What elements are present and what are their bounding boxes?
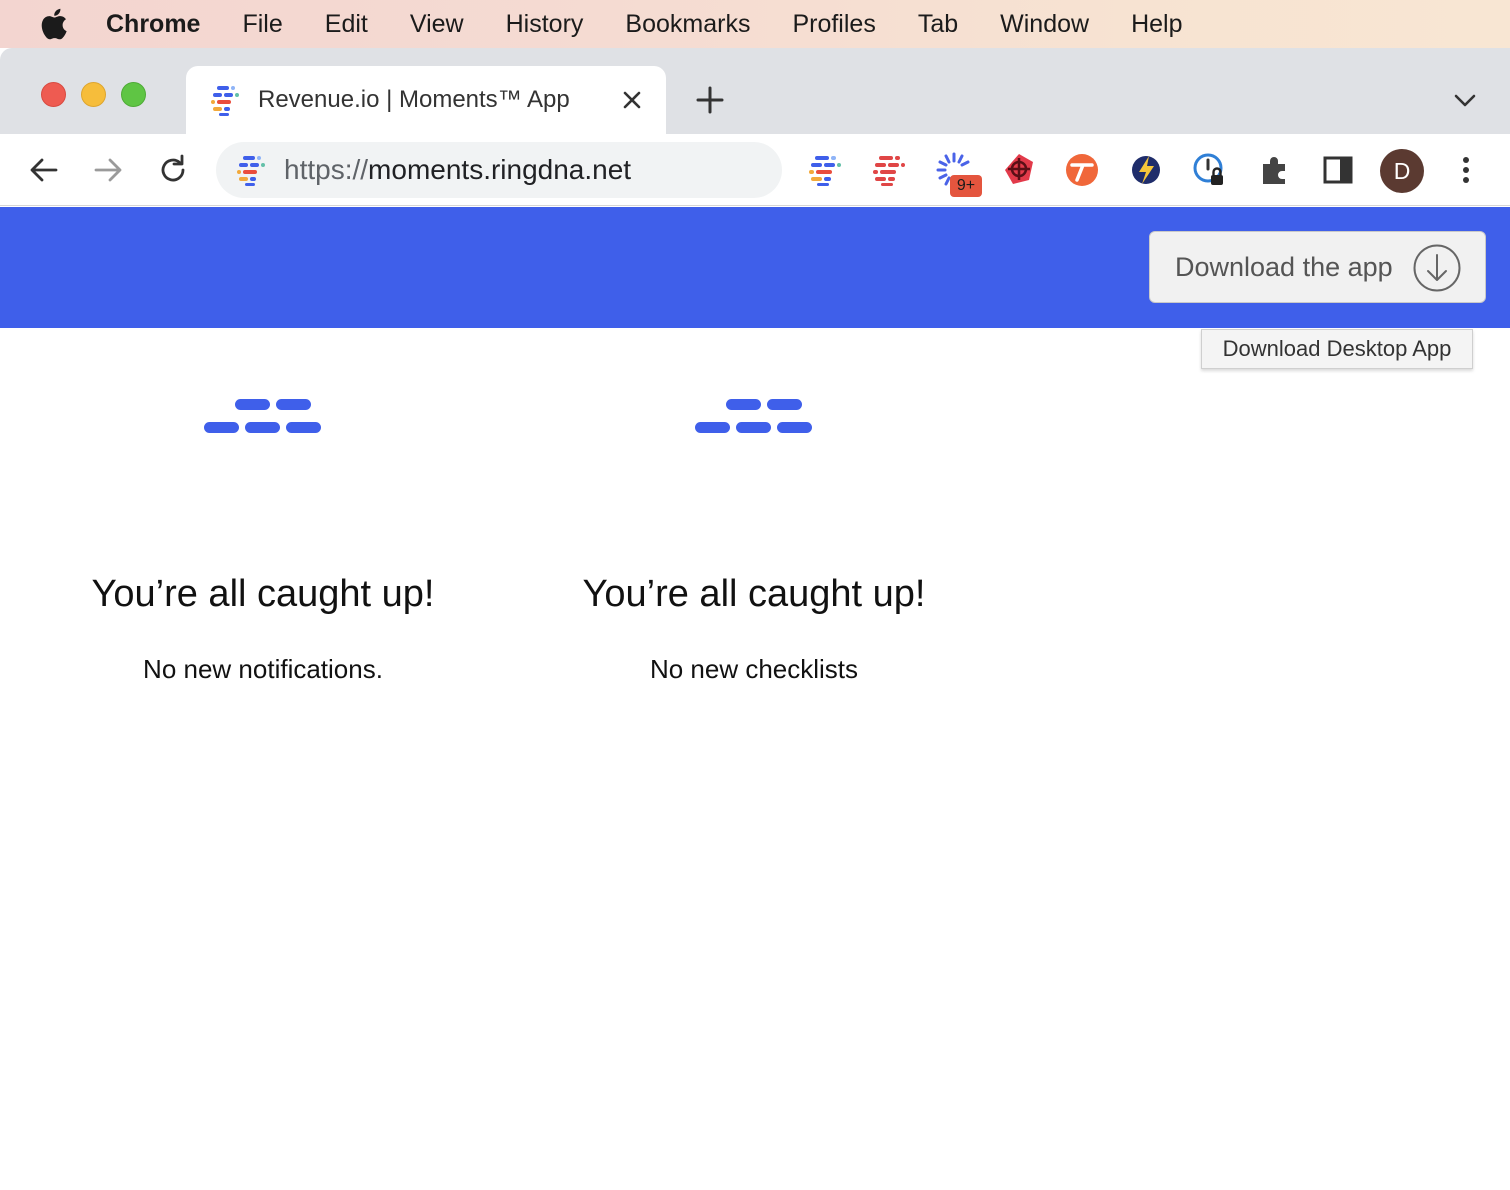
lock-clock-extension-icon[interactable] (1190, 150, 1230, 190)
red-bars-extension-icon[interactable] (869, 150, 909, 190)
extension-badge: 9+ (950, 175, 982, 197)
url-host: moments.ringdna.net (368, 154, 632, 185)
back-arrow-icon[interactable] (26, 152, 62, 188)
close-tab-icon[interactable] (618, 86, 646, 114)
target-extension-icon[interactable] (999, 150, 1039, 190)
revenue-logo-icon (204, 399, 321, 433)
tab-revenue-moments[interactable]: Revenue.io | Moments™ App (186, 66, 666, 134)
menu-help[interactable]: Help (1131, 10, 1182, 39)
menu-edit[interactable]: Edit (325, 10, 368, 39)
new-tab-icon[interactable] (694, 84, 726, 116)
checklists-subtitle: No new checklists (649, 654, 859, 684)
revenue-logo-icon (695, 399, 812, 433)
apple-logo-icon[interactable] (38, 7, 68, 41)
close-window-button[interactable] (41, 82, 66, 107)
maximize-window-button[interactable] (121, 82, 146, 107)
download-desktop-tooltip: Download Desktop App (1201, 329, 1473, 369)
menu-profiles[interactable]: Profiles (792, 10, 875, 39)
download-app-button[interactable]: Download the app (1149, 231, 1486, 303)
address-bar[interactable]: https://moments.ringdna.net (216, 142, 782, 198)
checklists-title: You’re all caught up! (582, 573, 926, 615)
menu-view[interactable]: View (410, 10, 464, 39)
url-scheme: https:// (284, 154, 369, 185)
menu-bookmarks[interactable]: Bookmarks (625, 10, 750, 39)
more-menu-icon[interactable] (1446, 150, 1486, 190)
menu-window[interactable]: Window (1000, 10, 1089, 39)
notifications-subtitle: No new notifications. (143, 654, 383, 684)
menu-history[interactable]: History (506, 10, 584, 39)
checklists-panel: You’re all caught up! No new checklists (544, 398, 964, 684)
url-text: https://moments.ringdna.net (284, 154, 631, 186)
tab-strip: Revenue.io | Moments™ App (0, 48, 1510, 134)
macos-menu-bar: Chrome File Edit View History Bookmarks … (0, 0, 1510, 48)
chevron-down-icon[interactable] (1452, 90, 1478, 110)
menu-tab[interactable]: Tab (918, 10, 958, 39)
site-info-icon[interactable] (234, 153, 268, 187)
minimize-window-button[interactable] (81, 82, 106, 107)
browser-toolbar: https://moments.ringdna.net D (0, 134, 1510, 206)
reload-icon[interactable] (155, 152, 191, 188)
tab-title: Revenue.io | Moments™ App (258, 86, 570, 113)
forward-arrow-icon[interactable] (90, 152, 126, 188)
download-app-label: Download the app (1175, 251, 1393, 282)
menu-file[interactable]: File (242, 10, 282, 39)
notifications-title: You’re all caught up! (91, 573, 435, 615)
page-header: Download the app (0, 207, 1510, 328)
revenue-favicon-icon (211, 86, 239, 116)
notifications-panel: You’re all caught up! No new notificatio… (53, 398, 473, 684)
menu-app-name[interactable]: Chrome (106, 10, 200, 39)
orange-t-extension-icon[interactable] (1062, 150, 1102, 190)
profile-avatar[interactable]: D (1380, 149, 1424, 193)
revenue-extension-icon[interactable] (805, 150, 845, 190)
download-arrow-icon (1413, 244, 1461, 292)
browser-window: Revenue.io | Moments™ App https://moment… (0, 48, 1510, 1190)
side-panel-icon[interactable] (1318, 150, 1358, 190)
puzzle-extensions-icon[interactable] (1255, 150, 1295, 190)
lightning-extension-icon[interactable] (1126, 150, 1166, 190)
